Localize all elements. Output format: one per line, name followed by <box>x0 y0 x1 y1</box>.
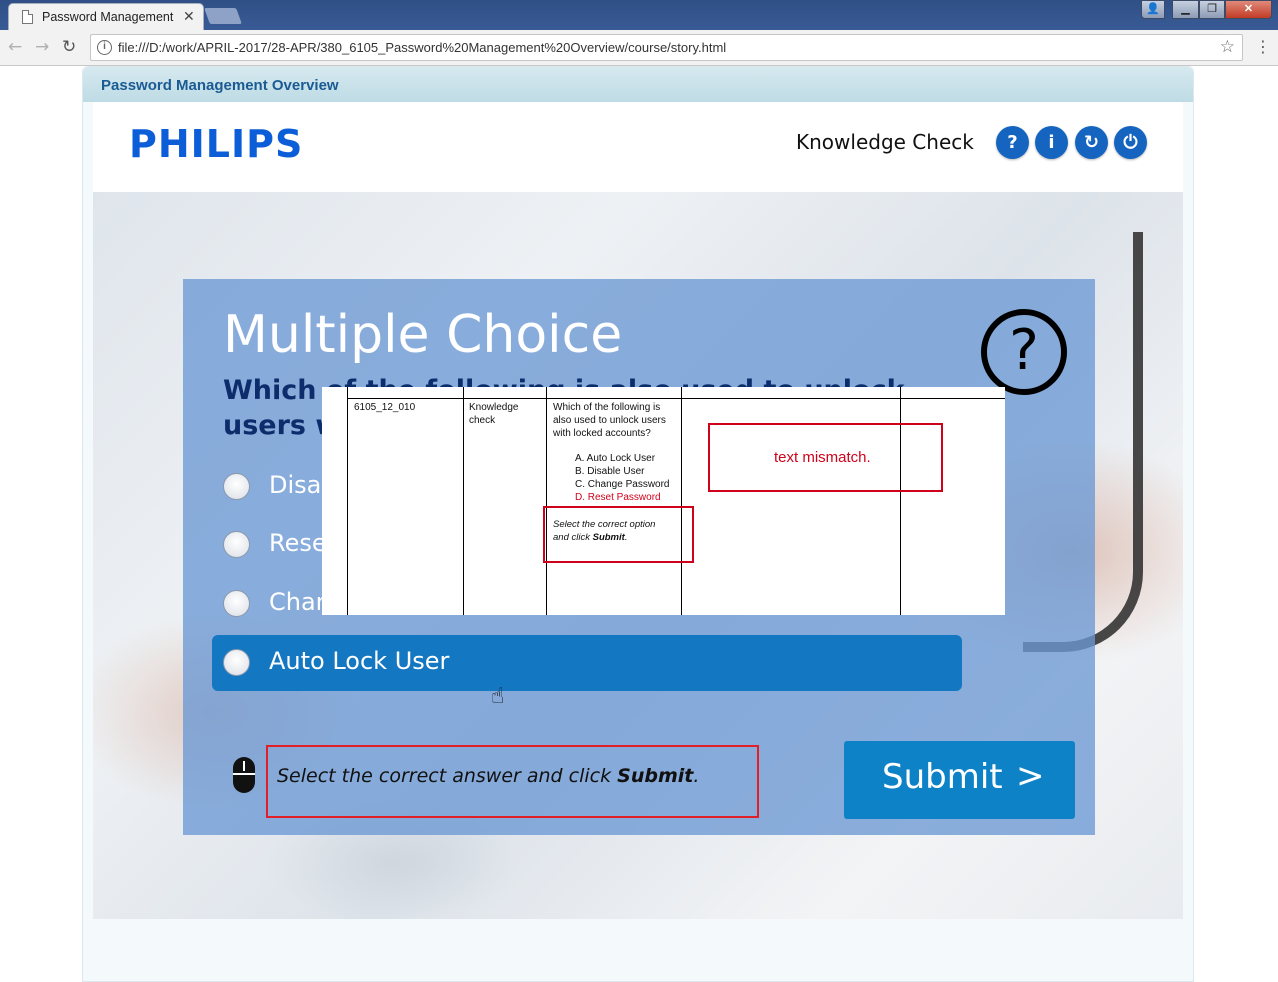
radio-button[interactable] <box>223 649 250 676</box>
address-bar[interactable]: i file:///D:/work/APRIL-2017/28-APR/380_… <box>90 34 1243 61</box>
radio-button[interactable] <box>223 590 250 617</box>
instruction-bold: Submit <box>617 765 694 787</box>
options-cell: A. Auto Lock User B. Disable User C. Cha… <box>575 452 670 504</box>
table-border <box>347 398 1005 399</box>
course-title: Password Management Overview <box>101 77 339 94</box>
radio-button[interactable] <box>223 531 250 558</box>
answer-option-label: Auto Lock User <box>269 647 450 675</box>
player-header: Password Management Overview <box>83 67 1193 102</box>
option-line: B. Disable User <box>575 466 645 477</box>
table-border <box>900 387 901 615</box>
tab-title: Password Management Ov <box>42 10 176 24</box>
answer-option-selected[interactable]: Auto Lock User <box>212 635 962 691</box>
review-comment-text: text mismatch. <box>774 449 871 466</box>
document-icon <box>22 10 33 24</box>
tab-close-icon[interactable]: ✕ <box>183 8 195 25</box>
browser-toolbar: ← → ↻ i file:///D:/work/APRIL-2017/28-AP… <box>0 30 1278 66</box>
power-button[interactable]: ⏻ <box>1114 126 1147 159</box>
table-border <box>463 387 464 615</box>
minimize-button[interactable]: ▁ <box>1172 0 1199 19</box>
help-button[interactable]: ? <box>996 126 1029 159</box>
forward-arrow-icon[interactable]: → <box>35 37 49 57</box>
replay-button[interactable]: ↻ <box>1075 126 1108 159</box>
back-arrow-icon[interactable]: ← <box>8 37 22 57</box>
info-icon[interactable]: i <box>97 40 112 55</box>
philips-logo: PHILIPS <box>129 122 304 166</box>
table-border <box>546 387 547 615</box>
option-line: A. Auto Lock User <box>575 453 656 464</box>
slide-heading: Knowledge Check <box>796 130 974 154</box>
question-mark-icon: ? <box>981 309 1067 395</box>
mouse-icon <box>233 757 255 793</box>
browser-tab-bar: Password Management Ov ✕ 👤 ▁ ❐ ✕ <box>0 0 1278 30</box>
maximize-button[interactable]: ❐ <box>1199 0 1225 19</box>
chevron-right-icon: > <box>1016 756 1045 796</box>
table-border <box>347 387 348 615</box>
question-line: also used to unlock users <box>553 415 666 426</box>
browser-tab[interactable]: Password Management Ov ✕ <box>8 3 204 30</box>
slide-id-cell: 6105_12_010 <box>354 402 416 413</box>
url-text[interactable]: file:///D:/work/APRIL-2017/28-APR/380_61… <box>118 40 726 55</box>
question-line: with locked accounts? <box>553 428 651 439</box>
option-line: C. Change Password <box>575 479 670 490</box>
instruction-suffix: . <box>693 765 700 787</box>
star-icon[interactable]: ☆ <box>1220 37 1235 57</box>
submit-label: Submit <box>882 757 1003 797</box>
question-type-title: Multiple Choice <box>223 305 623 365</box>
option-line-highlighted: D. Reset Password <box>575 492 661 503</box>
menu-icon[interactable]: ⋮ <box>1255 37 1271 56</box>
type-cell: Knowledge check <box>469 402 519 426</box>
radio-button[interactable] <box>223 473 250 500</box>
instruction-text: Select the correct answer and click Subm… <box>277 765 699 787</box>
review-highlight-box <box>543 506 694 563</box>
new-tab-button[interactable] <box>204 8 242 24</box>
question-cell: Which of the following is also used to u… <box>553 401 666 440</box>
close-window-button[interactable]: ✕ <box>1225 0 1272 19</box>
table-border <box>681 387 682 615</box>
info-button[interactable]: i <box>1035 126 1068 159</box>
user-profile-icon[interactable]: 👤 <box>1141 0 1165 19</box>
hand-cursor-icon: ☝ <box>491 684 505 709</box>
review-comment-snippet: 6105_12_010 Knowledge check Which of the… <box>322 387 1005 615</box>
question-line: Which of the following is <box>553 402 661 413</box>
reload-icon[interactable]: ↻ <box>62 37 76 57</box>
submit-button[interactable]: Submit > <box>844 741 1075 819</box>
instruction-prefix: Select the correct answer and click <box>277 765 618 787</box>
